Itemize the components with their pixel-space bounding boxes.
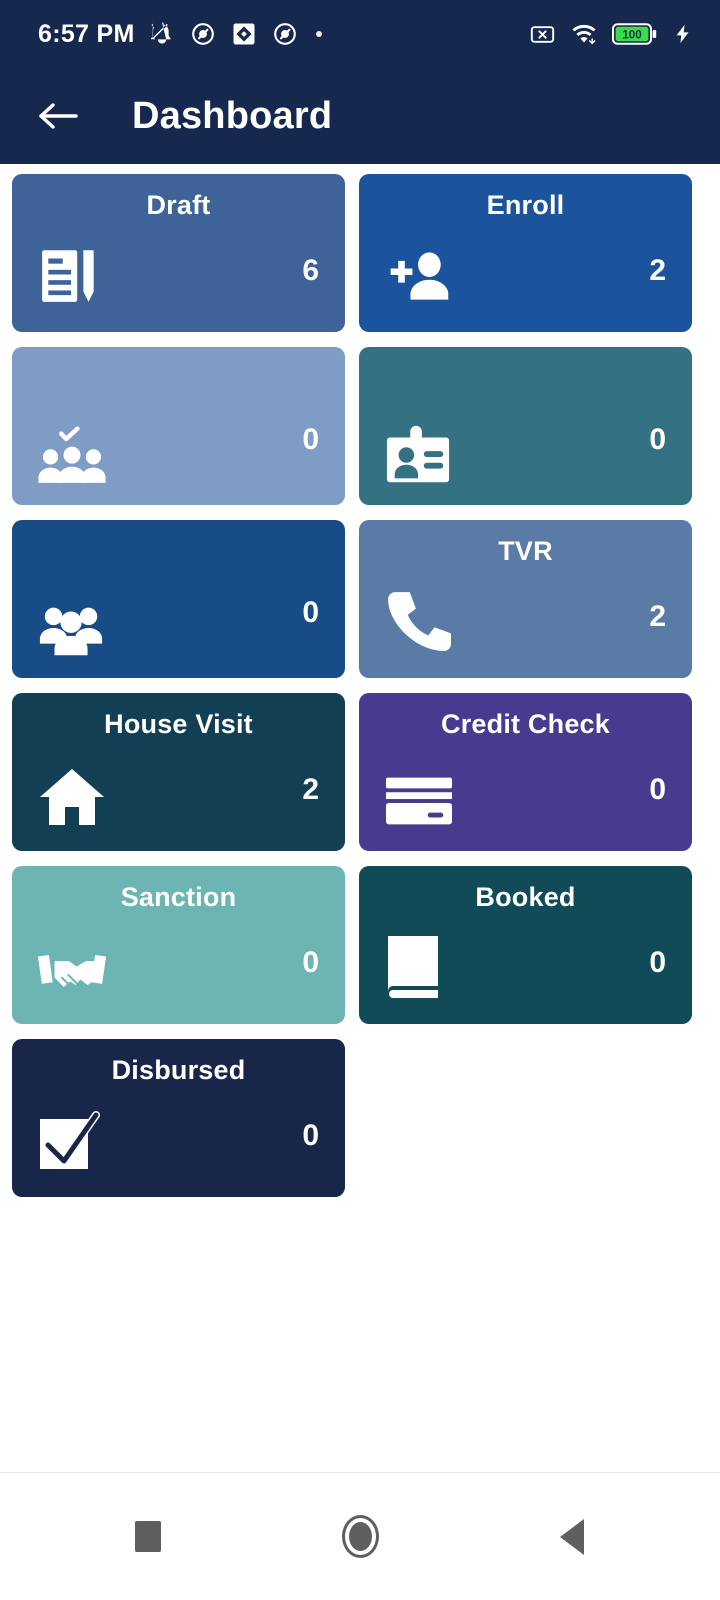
card-title: TVR [498,536,553,566]
group-check-icon [38,419,106,487]
dashboard-card-grid: Draft 6 Enroll 2 0 0 0 TVR 2 House Visit 2 Credit C… [12,174,708,1197]
dashboard-card-tvr[interactable]: TVR 2 [359,520,692,678]
card-count: 0 [302,423,319,456]
card-count: 0 [302,946,319,979]
status-bar: 6:57 PM 100 [0,0,720,68]
dashboard-content: Draft 6 Enroll 2 0 0 0 TVR 2 House Visit 2 Credit C… [0,164,720,1472]
person-add-icon [385,240,453,308]
back-triangle-icon [560,1518,584,1555]
charging-bolt-icon [676,24,689,44]
status-bar-left: 6:57 PM [38,20,529,49]
status-bar-right: 100 [529,20,694,48]
card-count: 6 [302,254,319,287]
app-circle-icon [273,23,296,45]
book-icon [385,932,453,1000]
home-icon [38,759,106,827]
bell-off-icon [150,22,171,44]
card-count: 0 [302,1119,319,1152]
dashboard-card-draft[interactable]: Draft 6 [12,174,345,332]
dashboard-card-credit-check[interactable]: Credit Check 0 [359,693,692,851]
card-count: 2 [649,600,666,633]
card-title: House Visit [104,709,253,739]
dashboard-card-house-visit[interactable]: House Visit 2 [12,693,345,851]
card-count: 0 [302,596,319,629]
dashboard-card-sanction[interactable]: Sanction 0 [12,866,345,1024]
home-button[interactable] [329,1506,391,1568]
document-pencil-icon [38,240,106,308]
group-people-icon [38,592,106,660]
battery-level-text: 100 [622,28,641,41]
page-title: Dashboard [132,94,333,137]
no-sim-icon [530,25,555,43]
card-count: 0 [649,423,666,456]
dashboard-card-enroll[interactable]: Enroll 2 [359,174,692,332]
card-title: Booked [475,882,576,912]
card-count: 0 [649,946,666,979]
card-title: Enroll [486,190,565,220]
card-title: Credit Check [441,709,610,739]
dashboard-card-id-badge[interactable]: 0 [359,347,692,505]
id-badge-icon [385,419,453,487]
card-count: 2 [302,773,319,806]
phone-icon [385,586,453,654]
back-button[interactable] [30,88,86,144]
android-nav-bar [0,1472,720,1600]
recents-square-icon [135,1521,161,1552]
card-title: Disbursed [111,1055,246,1085]
card-title: Draft [146,190,211,220]
card-title: Sanction [120,882,237,912]
dashboard-card-disbursed[interactable]: Disbursed 0 [12,1039,345,1197]
diamond-app-icon [233,23,255,45]
card-count: 2 [649,254,666,287]
arrow-left-icon [39,103,78,129]
app-bar: Dashboard [0,68,720,164]
home-circle-icon [341,1515,379,1558]
status-clock: 6:57 PM [38,19,135,48]
phone-screen: 6:57 PM 100 Dashboard Draft 6 Enroll 2 0… [0,0,720,1600]
dot-icon [315,31,322,37]
back-nav-button[interactable] [541,1506,603,1568]
credit-card-icon [385,759,453,827]
dashboard-card-group-check[interactable]: 0 [12,347,345,505]
checkbox-check-icon [38,1105,106,1173]
recents-button[interactable] [117,1506,179,1568]
card-count: 0 [649,773,666,806]
battery-icon: 100 [612,23,657,45]
handshake-icon [38,932,106,1000]
dashboard-card-booked[interactable]: Booked 0 [359,866,692,1024]
app-circle-icon [191,23,214,45]
dashboard-card-group-people[interactable]: 0 [12,520,345,678]
wifi-icon [572,24,596,45]
